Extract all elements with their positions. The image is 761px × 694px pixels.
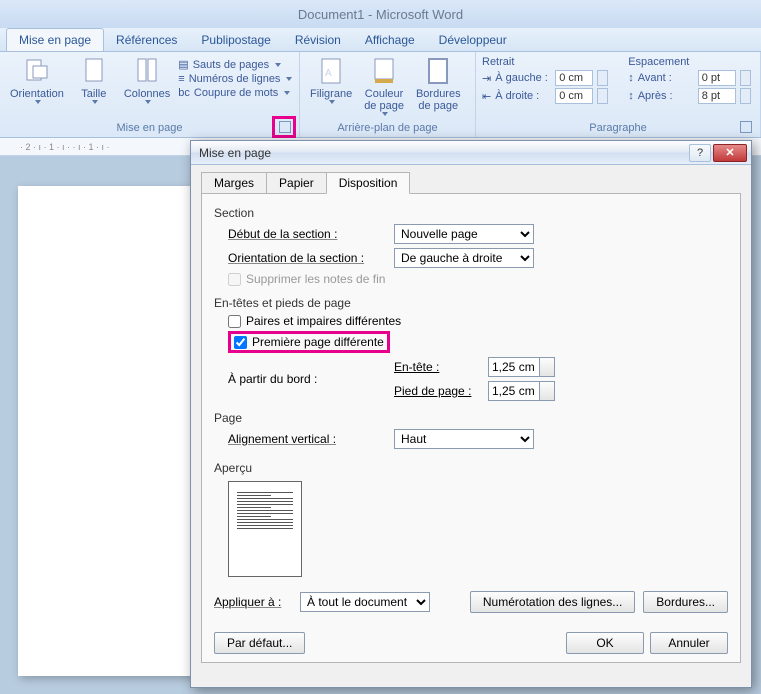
couleur-page-button[interactable]: Couleur de page [360, 54, 408, 118]
space-after-icon: ↕ [628, 90, 634, 102]
paragraphe-launcher[interactable] [740, 121, 752, 133]
premiere-input[interactable] [234, 336, 247, 349]
space-before-icon: ↕ [628, 72, 634, 84]
group-label-paragraphe: Paragraphe [482, 121, 754, 135]
appliquer-label: Appliquer à : [214, 595, 292, 609]
pied-input[interactable] [488, 381, 540, 401]
tab-disposition[interactable]: Disposition [326, 172, 411, 194]
apercu-heading: Aperçu [214, 461, 728, 475]
sauts-button[interactable]: ▤Sauts de pages [178, 58, 292, 71]
alignement-combo[interactable]: Haut [394, 429, 534, 449]
retrait-title: Retrait [482, 56, 608, 68]
paires-impaires-checkbox[interactable]: Paires et impaires différentes [228, 314, 728, 328]
espacement-apres[interactable]: ↕Après :8 pt [628, 88, 751, 104]
tab-developpeur[interactable]: Développeur [427, 29, 519, 51]
svg-text:A: A [325, 68, 332, 79]
supprimer-notes-input [228, 273, 241, 286]
espacement-avant[interactable]: ↕Avant :0 pt [628, 70, 751, 86]
section-heading: Section [214, 206, 728, 220]
espacement-title: Espacement [628, 56, 751, 68]
numeros-button[interactable]: ≡Numéros de lignes [178, 73, 292, 85]
tab-references[interactable]: Références [104, 29, 189, 51]
dialog-close-button[interactable]: ✕ [713, 144, 747, 162]
page-setup-dialog: Mise en page ? ✕ Marges Papier Dispositi… [190, 140, 752, 688]
indent-right-icon: ⇤ [482, 90, 491, 103]
bordures-page-button[interactable]: Bordures de page [412, 54, 465, 114]
group-label-arriere-plan: Arrière-plan de page [306, 121, 469, 135]
premiere-page-highlight: Première page différente [228, 331, 390, 353]
entete-spinbox[interactable] [488, 357, 555, 377]
orientation-section-combo[interactable]: De gauche à droite [394, 248, 534, 268]
dialog-tabs: Marges Papier Disposition [191, 165, 751, 193]
tab-publipostage[interactable]: Publipostage [189, 29, 282, 51]
dialog-title: Mise en page [199, 146, 271, 160]
ribbon-tabs: Mise en page Références Publipostage Rév… [0, 28, 761, 52]
ribbon: Orientation Taille Colonnes ▤Sauts de pa… [0, 52, 761, 138]
par-defaut-button[interactable]: Par défaut... [214, 632, 305, 654]
dialog-help-button[interactable]: ? [689, 144, 711, 162]
highlight-launcher [272, 116, 296, 138]
entete-input[interactable] [488, 357, 540, 377]
retrait-gauche[interactable]: ⇥À gauche :0 cm [482, 70, 608, 86]
numerotation-button[interactable]: Numérotation des lignes... [470, 591, 635, 613]
taille-button[interactable]: Taille [72, 54, 116, 106]
filigrane-button[interactable]: A Filigrane [306, 54, 356, 106]
preview-box [228, 481, 302, 577]
breaks-icon: ▤ [178, 58, 188, 71]
entete-label: En-tête : [394, 360, 480, 374]
tab-marges[interactable]: Marges [201, 172, 267, 194]
retrait-droite[interactable]: ⇤À droite :0 cm [482, 88, 608, 104]
bordures-button[interactable]: Bordures... [643, 591, 728, 613]
appliquer-combo[interactable]: À tout le document [300, 592, 430, 612]
tab-revision[interactable]: Révision [283, 29, 353, 51]
page-color-icon [370, 56, 398, 86]
window-titlebar: Document1 - Microsoft Word [0, 0, 761, 28]
annuler-button[interactable]: Annuler [650, 632, 728, 654]
orientation-button[interactable]: Orientation [6, 54, 68, 106]
alignement-label: Alignement vertical : [228, 432, 386, 446]
group-arriere-plan: A Filigrane Couleur de page Bordures de … [300, 52, 476, 137]
page-size-icon [82, 56, 106, 86]
ok-button[interactable]: OK [566, 632, 644, 654]
pied-label: Pied de page : [394, 384, 480, 398]
tab-mise-en-page[interactable]: Mise en page [6, 28, 104, 51]
dialog-body: Section Début de la section : Nouvelle p… [201, 193, 741, 663]
dialog-titlebar: Mise en page ? ✕ [191, 141, 751, 165]
page-borders-icon [424, 56, 452, 86]
window-title: Document1 - Microsoft Word [298, 7, 463, 22]
watermark-icon: A [317, 56, 345, 86]
tab-affichage[interactable]: Affichage [353, 29, 427, 51]
colonnes-button[interactable]: Colonnes [120, 54, 174, 106]
supprimer-notes-checkbox: Supprimer les notes de fin [228, 272, 728, 286]
debut-section-combo[interactable]: Nouvelle page [394, 224, 534, 244]
columns-icon [135, 56, 159, 86]
paires-input[interactable] [228, 315, 241, 328]
indent-left-icon: ⇥ [482, 72, 491, 85]
group-paragraphe: Retrait ⇥À gauche :0 cm ⇤À droite :0 cm … [476, 52, 761, 137]
pied-spinbox[interactable] [488, 381, 555, 401]
page-heading: Page [214, 411, 728, 425]
line-numbers-icon: ≡ [178, 73, 184, 85]
premiere-page-checkbox[interactable]: Première page différente [234, 335, 384, 349]
group-mise-en-page: Orientation Taille Colonnes ▤Sauts de pa… [0, 52, 300, 137]
hyphenation-icon: bc [178, 87, 190, 99]
help-icon: ? [697, 147, 703, 159]
coupure-button[interactable]: bcCoupure de mots [178, 87, 292, 99]
apartir-label: À partir du bord : [228, 372, 386, 386]
debut-section-label: Début de la section : [228, 227, 386, 241]
close-icon: ✕ [725, 146, 734, 159]
orientation-section-label: Orientation de la section : [228, 251, 386, 265]
orientation-icon [23, 56, 51, 86]
group-label-mise-en-page: Mise en page [6, 121, 293, 135]
entetes-heading: En-têtes et pieds de page [214, 296, 728, 310]
tab-papier[interactable]: Papier [266, 172, 327, 194]
